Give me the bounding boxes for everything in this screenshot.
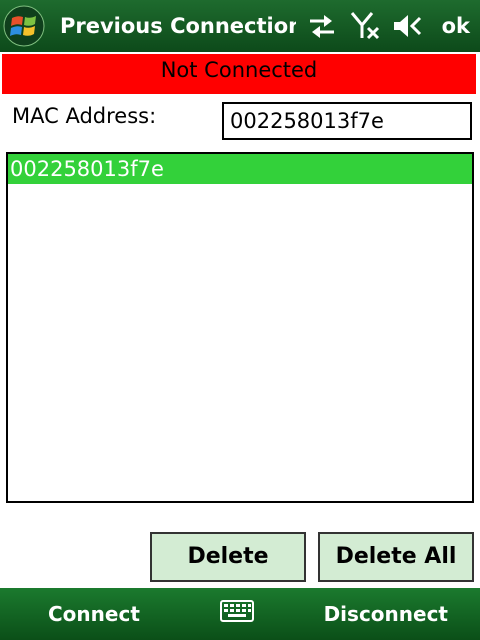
mac-address-label: MAC Address: xyxy=(12,104,157,128)
delete-all-button[interactable]: Delete All xyxy=(318,532,474,582)
mac-address-list[interactable]: 002258013f7e xyxy=(6,152,474,503)
softkey-bar: Connect Disconnect xyxy=(0,588,480,640)
windows-start-icon[interactable] xyxy=(2,4,46,48)
app-screen: Previous Connection Vi ok Not Con xyxy=(0,0,480,640)
connectivity-icon[interactable] xyxy=(306,10,338,42)
ok-button[interactable]: ok xyxy=(442,10,470,42)
keyboard-icon[interactable] xyxy=(220,600,254,622)
signal-off-icon[interactable] xyxy=(350,10,382,42)
delete-button[interactable]: Delete xyxy=(150,532,306,582)
list-item-selected[interactable]: 002258013f7e xyxy=(8,154,472,184)
window-title: Previous Connection Vi xyxy=(60,14,296,38)
mac-address-input[interactable] xyxy=(222,102,472,140)
title-bar: Previous Connection Vi ok xyxy=(0,0,480,52)
connection-status-banner: Not Connected xyxy=(2,54,476,94)
disconnect-softkey[interactable]: Disconnect xyxy=(324,598,448,630)
connect-softkey[interactable]: Connect xyxy=(48,598,140,630)
volume-muted-icon[interactable] xyxy=(392,10,424,42)
